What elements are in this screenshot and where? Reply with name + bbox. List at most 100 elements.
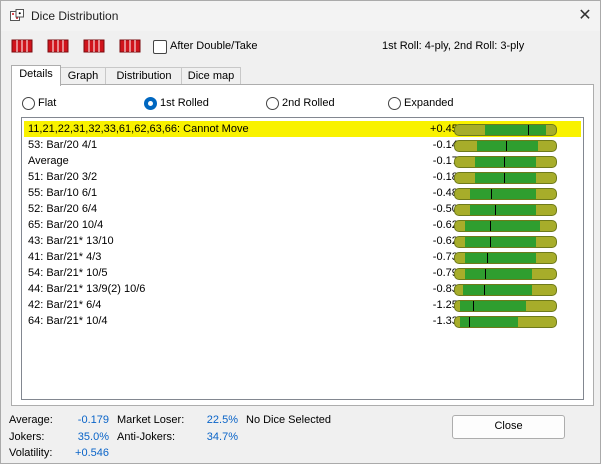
dice-icon[interactable] bbox=[11, 39, 33, 53]
bar-equity-marker bbox=[473, 301, 474, 311]
radio-button[interactable] bbox=[266, 97, 279, 110]
bar-equity-marker bbox=[490, 237, 491, 247]
dice-icon[interactable] bbox=[47, 39, 69, 53]
move-row[interactable]: 52: Bar/20 6/4 -0.502 bbox=[24, 201, 581, 217]
move-row[interactable]: 42: Bar/21* 6/4 -1.254 bbox=[24, 297, 581, 313]
move-text: 43: Bar/21* 13/10 bbox=[28, 235, 114, 247]
tab-graph[interactable]: Graph bbox=[59, 67, 107, 85]
bar-green-segment bbox=[465, 253, 536, 263]
bar-green-segment bbox=[460, 301, 526, 311]
move-row[interactable]: 51: Bar/20 3/2 -0.182 bbox=[24, 169, 581, 185]
bar-equity-marker bbox=[495, 205, 496, 215]
move-text: 54: Bar/21* 10/5 bbox=[28, 267, 108, 279]
move-text: Average bbox=[28, 155, 69, 167]
bar-green-segment bbox=[465, 237, 536, 247]
move-text: 51: Bar/20 3/2 bbox=[28, 171, 98, 183]
move-text: 41: Bar/21* 4/3 bbox=[28, 251, 102, 263]
move-row[interactable]: Average -0.179 bbox=[24, 153, 581, 169]
stat-market-loser-label: Market Loser: bbox=[117, 414, 185, 426]
dice-icon[interactable] bbox=[83, 39, 105, 53]
equity-distribution-bar bbox=[454, 188, 557, 200]
radio-label: 2nd Rolled bbox=[282, 97, 335, 109]
equity-distribution-bar bbox=[454, 316, 557, 328]
radio-button[interactable] bbox=[388, 97, 401, 110]
close-button[interactable]: Close bbox=[452, 415, 565, 439]
bar-equity-marker bbox=[528, 125, 529, 135]
dice-selected-status: No Dice Selected bbox=[246, 414, 331, 426]
bar-equity-marker bbox=[484, 285, 485, 295]
bar-equity-marker bbox=[504, 157, 505, 167]
move-row[interactable]: 64: Bar/21* 10/4 -1.333 bbox=[24, 313, 581, 329]
window-title: Dice Distribution bbox=[31, 9, 119, 23]
stat-jokers-label: Jokers: bbox=[9, 431, 45, 443]
bar-equity-marker bbox=[506, 141, 507, 151]
bar-equity-marker bbox=[491, 189, 492, 199]
bar-equity-marker bbox=[485, 269, 486, 279]
move-text: 44: Bar/21* 13/9(2) 10/6 bbox=[28, 283, 146, 295]
bar-green-segment bbox=[463, 285, 532, 295]
bar-equity-marker bbox=[469, 317, 470, 327]
bar-green-segment bbox=[465, 269, 532, 279]
dice-icon[interactable] bbox=[119, 39, 141, 53]
close-icon[interactable]: ✕ bbox=[573, 5, 597, 27]
bar-equity-marker bbox=[490, 221, 491, 231]
bar-green-segment bbox=[465, 221, 540, 231]
ply-info: 1st Roll: 4-ply, 2nd Roll: 3-ply bbox=[382, 40, 525, 52]
equity-distribution-bar bbox=[454, 236, 557, 248]
tab-dice-map[interactable]: Dice map bbox=[181, 67, 241, 85]
move-row[interactable]: 54: Bar/21* 10/5 -0.799 bbox=[24, 265, 581, 281]
equity-distribution-bar bbox=[454, 124, 557, 136]
move-row[interactable]: 65: Bar/20 10/4 -0.626 bbox=[24, 217, 581, 233]
bar-equity-marker bbox=[487, 253, 488, 263]
bar-green-segment bbox=[477, 141, 538, 151]
bar-green-segment bbox=[475, 157, 536, 167]
radio-button[interactable] bbox=[22, 97, 35, 110]
equity-distribution-bar bbox=[454, 156, 557, 168]
move-row[interactable]: 55: Bar/10 6/1 -0.484 bbox=[24, 185, 581, 201]
app-dice-icon bbox=[10, 9, 24, 21]
equity-distribution-bar bbox=[454, 300, 557, 312]
equity-distribution-bar bbox=[454, 204, 557, 216]
equity-distribution-bar bbox=[454, 172, 557, 184]
move-text: 42: Bar/21* 6/4 bbox=[28, 299, 102, 311]
checkbox-box[interactable] bbox=[153, 40, 167, 54]
equity-distribution-bar bbox=[454, 284, 557, 296]
bar-green-segment bbox=[475, 173, 536, 183]
bar-green-segment bbox=[485, 125, 546, 135]
radio-label: Flat bbox=[38, 97, 57, 109]
radio-label: Expanded bbox=[404, 97, 454, 109]
bar-green-segment bbox=[470, 189, 536, 199]
move-text: 55: Bar/10 6/1 bbox=[28, 187, 98, 199]
move-row[interactable]: 41: Bar/21* 4/3 -0.739 bbox=[24, 249, 581, 265]
equity-distribution-bar bbox=[454, 268, 557, 280]
stat-average-label: Average: bbox=[9, 414, 53, 426]
radio-label: 1st Rolled bbox=[160, 97, 209, 109]
stat-jokers-value: 35.0% bbox=[77, 431, 109, 443]
radio-button-selected[interactable] bbox=[144, 97, 157, 110]
move-text: 64: Bar/21* 10/4 bbox=[28, 315, 108, 327]
title-bar: Dice Distribution ✕ bbox=[1, 1, 600, 31]
move-row[interactable]: 44: Bar/21* 13/9(2) 10/6 -0.834 bbox=[24, 281, 581, 297]
stat-anti-jokers-value: 34.7% bbox=[206, 431, 238, 443]
tab-distribution[interactable]: Distribution bbox=[105, 67, 183, 85]
tab-details[interactable]: Details bbox=[11, 65, 61, 86]
move-text: 11,21,22,31,32,33,61,62,63,66: Cannot Mo… bbox=[28, 123, 249, 135]
stat-volatility-label: Volatility: bbox=[9, 447, 53, 459]
move-row[interactable]: 43: Bar/21* 13/10 -0.626 bbox=[24, 233, 581, 249]
after-double-label: After Double/Take bbox=[170, 40, 258, 52]
equity-distribution-bar bbox=[454, 220, 557, 232]
move-row[interactable]: 53: Bar/20 4/1 -0.145 bbox=[24, 137, 581, 153]
stat-market-loser-value: 22.5% bbox=[206, 414, 238, 426]
move-text: 53: Bar/20 4/1 bbox=[28, 139, 98, 151]
equity-distribution-bar bbox=[454, 140, 557, 152]
move-row[interactable]: 11,21,22,31,32,33,61,62,63,66: Cannot Mo… bbox=[24, 121, 581, 137]
stat-average-value: -0.179 bbox=[77, 414, 109, 426]
move-text: 65: Bar/20 10/4 bbox=[28, 219, 104, 231]
bar-green-segment bbox=[470, 205, 536, 215]
move-list[interactable]: 11,21,22,31,32,33,61,62,63,66: Cannot Mo… bbox=[21, 117, 584, 400]
equity-distribution-bar bbox=[454, 252, 557, 264]
dice-distribution-window: Dice Distribution ✕ After Double/Take 1s… bbox=[0, 0, 601, 464]
stat-anti-jokers-label: Anti-Jokers: bbox=[117, 431, 176, 443]
bar-equity-marker bbox=[504, 173, 505, 183]
move-text: 52: Bar/20 6/4 bbox=[28, 203, 98, 215]
